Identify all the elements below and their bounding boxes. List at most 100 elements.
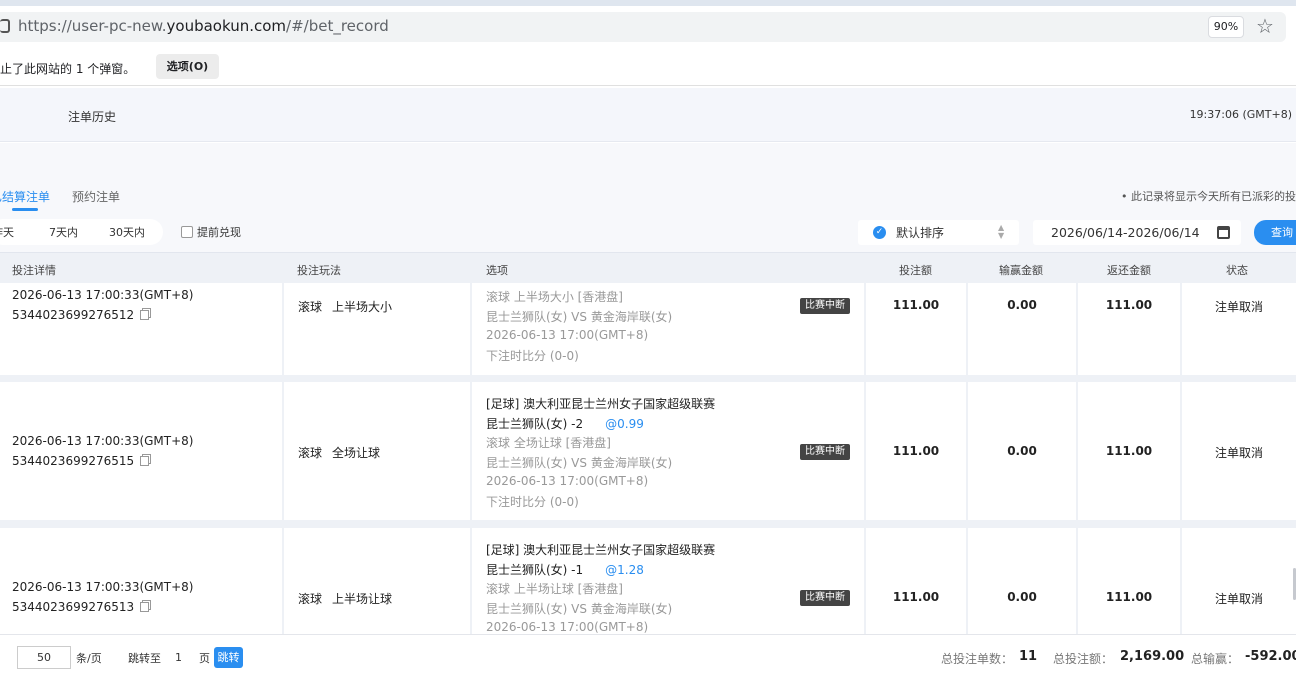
range-yesterday[interactable]: 昨天 <box>0 224 14 240</box>
copy-icon[interactable] <box>140 310 150 320</box>
winloss-value: 0.00 <box>1007 444 1037 458</box>
filter-bar: 昨天 7天内 30天内 提前兑现 ✓ 默认排序 ▲▼ 2026/06/14-20… <box>0 212 1296 252</box>
sort-select[interactable]: ✓ 默认排序 ▲ ▼ <box>858 220 1019 245</box>
odds-value: @0.99 <box>605 417 644 431</box>
bet-detail-cell: 2026-06-13 17:00:33(GMT+8) 5344023699276… <box>0 382 282 520</box>
page-title: 注单历史 <box>68 110 117 124</box>
spacer <box>0 143 1296 178</box>
jump-to-label: 跳转至 <box>128 652 161 665</box>
pagination-footer: 50 条/页 跳转至 1 页 跳转 总投注单数： 11 总投注额： 2,169.… <box>0 634 1296 680</box>
option-cell: [足球] 澳大利亚昆士兰州女子国家超级联赛 昆士兰狮队(女) -1 @1.28 滚… <box>472 528 864 634</box>
url-text[interactable]: https://user-pc-new.youbaokun.com/#/bet_… <box>18 17 389 35</box>
copy-icon[interactable] <box>140 456 150 466</box>
total-winloss-value: -592.00 <box>1245 649 1296 664</box>
tab-settled[interactable]: 已结算注单 <box>0 188 50 205</box>
check-icon: ✓ <box>873 226 886 239</box>
option-cell: [足球] 澳大利亚昆士兰州女子国家超级联赛 昆士兰狮队(女) -2 @0.99 滚… <box>472 382 864 520</box>
col-option: 选项 <box>486 264 508 277</box>
tab-active-indicator <box>12 208 38 211</box>
bet-table-body: 2026-06-13 17:00:33(GMT+8) 5344023699276… <box>0 283 1296 634</box>
date-range-picker[interactable]: 2026/06/14-2026/06/14 <box>1033 220 1241 245</box>
calendar-icon[interactable] <box>1217 226 1230 239</box>
table-row[interactable]: 2026-06-13 17:00:33(GMT+8) 5344023699276… <box>0 382 1296 520</box>
popup-blocked-bar: 止了此网站的 1 个弹窗。 选项(O) <box>0 46 1296 86</box>
total-winloss-label: 总输赢： <box>1191 652 1240 666</box>
bet-time: 2026-06-13 17:00:33(GMT+8) <box>12 434 194 448</box>
popup-options-button[interactable]: 选项(O) <box>156 54 219 79</box>
col-stake: 投注额 <box>899 264 932 277</box>
stake-value: 111.00 <box>892 590 940 604</box>
tab-reserved[interactable]: 预约注单 <box>72 188 120 205</box>
market-text: 滚球 上半场让球 [香港盘] <box>486 582 623 596</box>
sort-label: 默认排序 <box>896 226 945 240</box>
selection-text: 昆士兰狮队(女) -2 @0.99 <box>486 417 644 431</box>
league-text: [足球] 澳大利亚昆士兰州女子国家超级联赛 <box>486 397 716 411</box>
teams-text: 昆士兰狮队(女) VS 黄金海岸联(女) <box>486 456 673 470</box>
date-range-group: 昨天 7天内 30天内 <box>0 219 163 245</box>
col-bet-detail: 投注详情 <box>12 264 56 277</box>
total-stake-label: 总投注额： <box>1053 652 1114 666</box>
col-winloss: 输赢金额 <box>999 264 1043 277</box>
jump-button[interactable]: 跳转 <box>214 647 243 668</box>
teams-text: 昆士兰狮队(女) VS 黄金海岸联(女) <box>486 310 673 324</box>
early-cashout-checkbox[interactable] <box>181 226 193 238</box>
order-id: 5344023699276515 <box>12 454 150 468</box>
per-page-label: 条/页 <box>76 652 102 665</box>
returned-value: 111.00 <box>1105 298 1153 312</box>
odds-value: @1.28 <box>605 563 644 577</box>
status-cell: 注单取消 <box>1182 528 1296 634</box>
total-count-label: 总投注单数： <box>941 652 1014 666</box>
returned-cell: 111.00 <box>1078 283 1180 375</box>
copy-icon[interactable] <box>140 602 150 612</box>
winloss-cell: 0.00 <box>968 382 1076 520</box>
play-type: 滚球 上半场让球 <box>298 592 393 606</box>
total-stake-value: 2,169.00 <box>1120 649 1185 664</box>
stake-cell: 111.00 <box>866 283 966 375</box>
returned-value: 111.00 <box>1105 590 1153 604</box>
table-row[interactable]: 2026-06-13 17:00:33(GMT+8) 5344023699276… <box>0 283 1296 375</box>
order-id: 5344023699276512 <box>12 308 150 322</box>
league-text: [足球] 澳大利亚昆士兰州女子国家超级联赛 <box>486 543 716 557</box>
bet-time: 2026-06-13 17:00:33(GMT+8) <box>12 288 194 302</box>
returned-value: 111.00 <box>1105 444 1153 458</box>
status-cell: 注单取消 <box>1182 283 1296 375</box>
returned-cell: 111.00 <box>1078 382 1180 520</box>
stake-value: 111.00 <box>892 444 940 458</box>
status-value: 注单取消 <box>1214 446 1263 460</box>
status-badge: 比赛中断 <box>800 590 850 606</box>
option-cell: 滚球 上半场大小 [香港盘] 昆士兰狮队(女) VS 黄金海岸联(女) 2026… <box>472 283 864 375</box>
site-info-icon[interactable] <box>0 19 10 33</box>
zoom-badge[interactable]: 90% <box>1208 16 1244 38</box>
page-size-input[interactable]: 50 <box>17 646 71 669</box>
market-text: 滚球 全场让球 [香港盘] <box>486 436 611 450</box>
query-button[interactable]: 查询 <box>1254 220 1296 245</box>
bookmark-star-icon[interactable]: ☆ <box>1254 14 1276 38</box>
page-unit-label: 页 <box>199 652 210 665</box>
status-badge: 比赛中断 <box>800 298 850 314</box>
status-cell: 注单取消 <box>1182 382 1296 520</box>
winloss-cell: 0.00 <box>968 283 1076 375</box>
bet-time: 2026-06-13 17:00:33(GMT+8) <box>12 580 194 594</box>
teams-text: 昆士兰狮队(女) VS 黄金海岸联(女) <box>486 602 673 616</box>
returned-cell: 111.00 <box>1078 528 1180 634</box>
table-header: 投注详情 投注玩法 选项 投注额 输赢金额 返还金额 状态 <box>0 252 1296 283</box>
play-cell: 滚球 全场让球 <box>284 382 470 520</box>
bet-detail-cell: 2026-06-13 17:00:33(GMT+8) 5344023699276… <box>0 528 282 634</box>
play-type: 滚球 上半场大小 <box>298 300 393 314</box>
range-7-days[interactable]: 7天内 <box>49 224 78 240</box>
stake-value: 111.00 <box>892 298 940 312</box>
popup-blocked-text: 止了此网站的 1 个弹窗。 <box>0 62 136 76</box>
winloss-cell: 0.00 <box>968 528 1076 634</box>
score-text: 下注时比分 (0-0) <box>486 349 579 363</box>
stake-cell: 111.00 <box>866 382 966 520</box>
status-value: 注单取消 <box>1214 592 1263 606</box>
match-time: 2026-06-13 17:00(GMT+8) <box>486 474 649 488</box>
page-jump-input[interactable]: 1 <box>166 648 191 668</box>
winloss-value: 0.00 <box>1007 590 1037 604</box>
table-row[interactable]: 2026-06-13 17:00:33(GMT+8) 5344023699276… <box>0 528 1296 634</box>
col-play: 投注玩法 <box>297 264 341 277</box>
winloss-value: 0.00 <box>1007 298 1037 312</box>
range-30-days[interactable]: 30天内 <box>109 224 145 240</box>
play-type: 滚球 全场让球 <box>298 446 381 460</box>
market-text: 滚球 上半场大小 [香港盘] <box>486 290 623 304</box>
